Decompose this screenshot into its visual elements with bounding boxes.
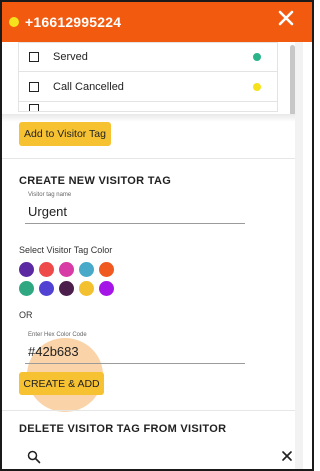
tag-label: Call Cancelled [53,80,124,93]
tag-name-input[interactable]: Urgent [28,204,67,219]
tag-search-row [19,446,295,466]
divider [2,410,295,411]
color-swatch[interactable] [59,281,74,296]
color-swatch[interactable] [79,262,94,277]
tag-checkbox[interactable] [29,104,39,111]
create-and-add-button[interactable]: CREATE & ADD [19,372,104,395]
color-swatch[interactable] [19,281,34,296]
tag-row-call-cancelled[interactable]: Call Cancelled [18,72,278,102]
tag-row-served[interactable]: Served [18,42,278,72]
tag-search-input[interactable] [49,446,279,466]
tag-label: Served [53,51,88,63]
tag-color-dot [253,53,261,61]
delete-tag-title: DELETE VISITOR TAG FROM VISITOR [19,423,227,435]
tag-name-underline [25,223,245,224]
color-swatch[interactable] [19,262,34,277]
status-dot [9,17,19,27]
search-icon[interactable] [27,450,41,464]
visitor-tag-panel: +16612995224 Served Call Cancelled Add t… [0,0,314,471]
tag-row-partial[interactable] [18,102,278,112]
tag-name-label: Visitor tag name [28,192,72,198]
color-select-label: Select Visitor Tag Color [19,245,113,255]
color-swatch[interactable] [39,262,54,277]
color-swatch[interactable] [79,281,94,296]
hex-code-underline [25,363,245,364]
color-swatch[interactable] [99,262,114,277]
close-icon[interactable] [281,450,293,462]
tag-checkbox[interactable] [29,52,39,62]
divider [2,158,295,159]
tag-checkbox[interactable] [29,81,39,92]
tag-color-dot [253,82,261,91]
close-icon [278,10,294,26]
section-separator [2,114,295,122]
or-label: OR [19,310,33,320]
color-swatch[interactable] [39,281,54,296]
hex-code-input[interactable]: #42b683 [28,344,79,359]
visitor-phone: +16612995224 [25,14,122,30]
color-swatch[interactable] [99,281,114,296]
color-swatch[interactable] [59,262,74,277]
close-button[interactable] [274,8,298,34]
create-tag-title: CREATE NEW VISITOR TAG [19,175,172,187]
tag-list: Served Call Cancelled [18,42,278,112]
add-to-visitor-tag-button[interactable]: Add to Visitor Tag [19,122,111,146]
panel-header: +16612995224 [2,2,312,42]
hex-code-label: Enter Hex Color Code [28,332,87,338]
scrollbar-track[interactable] [295,42,303,469]
scrollbar-thumb[interactable] [290,45,295,120]
